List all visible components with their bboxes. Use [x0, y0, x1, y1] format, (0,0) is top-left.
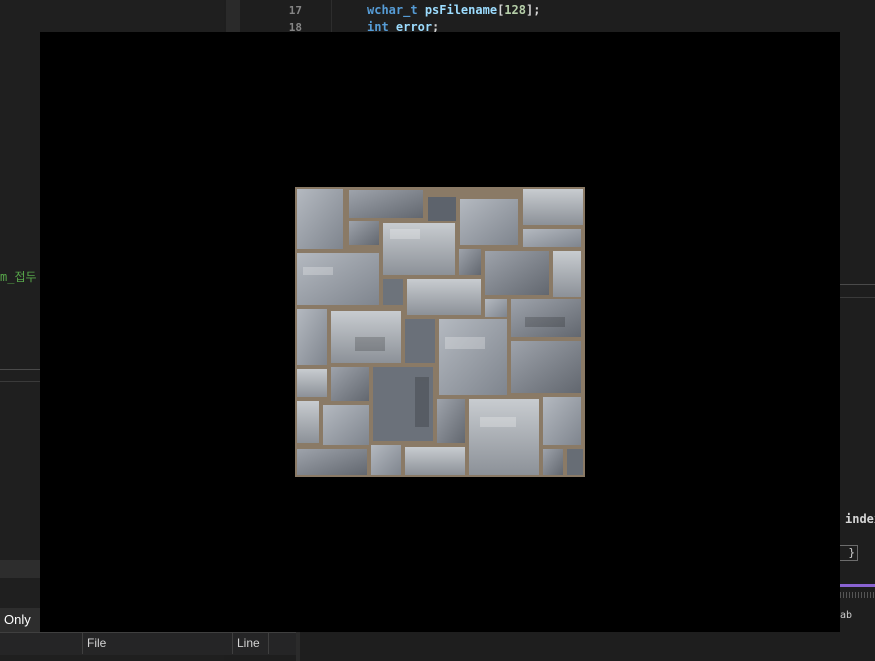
- comment-fragment: m_접두: [0, 270, 37, 284]
- column-header-empty[interactable]: [268, 632, 296, 654]
- stone-wall-image: [295, 187, 585, 477]
- code-number: 128: [504, 3, 526, 17]
- brace-fragment: }: [838, 545, 858, 561]
- divider: [840, 297, 875, 298]
- divider: [0, 369, 40, 370]
- column-header-line[interactable]: Line: [232, 632, 268, 654]
- divider: [0, 381, 40, 382]
- code-line[interactable]: wchar_t psFilename[128];: [367, 3, 540, 17]
- filter-only-button[interactable]: Only: [0, 608, 42, 632]
- panel-splitter[interactable]: [296, 632, 300, 661]
- column-header-file[interactable]: File: [82, 632, 232, 654]
- code-fragment: index: [845, 512, 875, 526]
- match-case-icon[interactable]: ab: [840, 610, 875, 628]
- line-number: 17: [288, 4, 302, 17]
- grip-dots[interactable]: [840, 592, 875, 598]
- active-tab-indicator: [840, 584, 875, 587]
- code-punct: ];: [525, 3, 541, 17]
- stone-wall-texture: [295, 187, 585, 477]
- divider: [840, 284, 875, 285]
- code-type: wchar_t: [367, 3, 418, 17]
- match-case-glyph: ab: [840, 610, 853, 621]
- tab-strip: [0, 560, 40, 578]
- code-identifier: psFilename: [424, 3, 498, 17]
